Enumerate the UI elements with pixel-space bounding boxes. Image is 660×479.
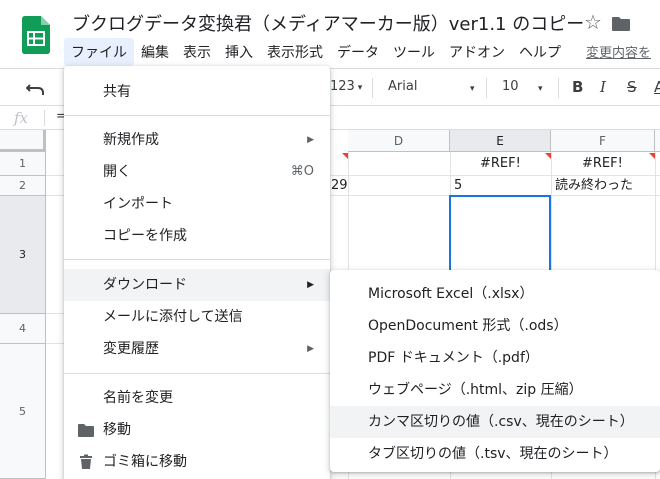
menu-divider [64, 259, 330, 260]
menu-item-label: 変更履歴 [103, 341, 159, 357]
column-header-e[interactable]: E [450, 130, 551, 152]
menu-item-email-attachment[interactable]: メールに添付して送信 [64, 301, 330, 333]
strikethrough-button[interactable]: S [627, 79, 637, 95]
download-html[interactable]: ウェブページ（.html、zip 圧縮） [330, 374, 660, 406]
column-header-f[interactable]: F [551, 130, 655, 152]
menu-data[interactable]: データ [330, 38, 386, 66]
formula-bar-divider [44, 110, 45, 126]
font-dropdown[interactable]: Arial [388, 79, 468, 95]
menu-item-version-history[interactable]: 変更履歴 ▶ [64, 333, 330, 365]
menu-item-label: 新規作成 [103, 132, 159, 148]
submenu-arrow-icon: ▶ [307, 135, 314, 145]
menu-item-move-to-trash[interactable]: ゴミ箱に移動 [64, 446, 330, 478]
download-submenu: Microsoft Excel（.xlsx） OpenDocument 形式（.… [330, 270, 660, 472]
menu-item-label: ゴミ箱に移動 [103, 454, 187, 470]
font-size-label: 10 [502, 79, 519, 94]
trash-icon [80, 454, 92, 469]
menu-item-open[interactable]: 開く ⌘O [64, 156, 330, 188]
chevron-down-icon: ▾ [538, 84, 543, 94]
folder-icon [78, 424, 94, 437]
select-all-corner[interactable] [0, 130, 46, 152]
download-ods[interactable]: OpenDocument 形式（.ods） [330, 310, 660, 342]
menu-bar: ファイル 編集 表示 挿入 表示形式 データ ツール アドオン ヘルプ [64, 38, 568, 66]
menu-item-label: タブ区切りの値（.tsv、現在のシート） [368, 446, 618, 462]
menu-item-label: 開く [103, 164, 131, 180]
text-color-button[interactable]: A [654, 79, 660, 95]
cell-e1[interactable]: #REF! [480, 154, 521, 174]
submenu-arrow-icon: ▶ [307, 344, 314, 354]
menu-item-label: ダウンロード [103, 277, 187, 293]
menu-item-label: OpenDocument 形式（.ods） [368, 318, 568, 334]
document-title[interactable]: ブクログデータ変換君（メディアマーカー版）ver1.1 のコピー [72, 10, 584, 36]
submenu-arrow-icon: ▶ [307, 280, 314, 290]
row-header-2[interactable]: 2 [0, 176, 46, 196]
menu-addons[interactable]: アドオン [442, 38, 512, 66]
column-header-g[interactable] [655, 130, 660, 152]
row-header-4[interactable]: 4 [0, 314, 46, 344]
menu-item-import[interactable]: インポート [64, 188, 330, 220]
row-header-5[interactable]: 5 [0, 344, 46, 479]
column-header-d[interactable]: D [348, 130, 450, 152]
shortcut-label: ⌘O [290, 164, 314, 179]
menu-divider [64, 373, 330, 374]
menu-divider [64, 115, 330, 116]
menu-tools[interactable]: ツール [386, 38, 442, 66]
menu-item-label: Microsoft Excel（.xlsx） [368, 286, 534, 302]
menu-item-make-copy[interactable]: コピーを作成 [64, 220, 330, 252]
cell-e2[interactable]: 5 [454, 176, 462, 196]
download-csv[interactable]: カンマ区切りの値（.csv、現在のシート） [330, 406, 660, 438]
menu-item-label: カンマ区切りの値（.csv、現在のシート） [368, 414, 634, 430]
error-indicator-icon [342, 153, 348, 159]
menu-item-label: メールに添付して送信 [103, 309, 243, 325]
menu-item-share[interactable]: 共有 [64, 76, 330, 108]
menu-item-rename[interactable]: 名前を変更 [64, 382, 330, 414]
toolbar-divider [486, 78, 487, 98]
last-edit-link[interactable]: 変更内容を [586, 42, 651, 61]
format-more-label: 123 [330, 79, 355, 94]
font-label: Arial [388, 79, 418, 94]
menu-help[interactable]: ヘルプ [512, 38, 568, 66]
chevron-down-icon: ▾ [470, 84, 475, 94]
menu-item-move[interactable]: 移動 [64, 414, 330, 446]
toolbar-divider [372, 78, 373, 98]
format-more-dropdown[interactable]: 123 ▾ [330, 79, 362, 96]
fx-icon: fx [14, 109, 29, 127]
chevron-down-icon: ▾ [354, 83, 363, 93]
download-xlsx[interactable]: Microsoft Excel（.xlsx） [330, 278, 660, 310]
menu-item-label: ウェブページ（.html、zip 圧縮） [368, 382, 583, 398]
sheets-logo-icon[interactable] [22, 16, 50, 54]
menu-view[interactable]: 表示 [176, 38, 218, 66]
menu-item-label: 移動 [103, 422, 131, 438]
menu-item-download[interactable]: ダウンロード ▶ [64, 269, 330, 301]
menu-item-label: PDF ドキュメント（.pdf） [368, 350, 539, 366]
menu-insert[interactable]: 挿入 [218, 38, 260, 66]
file-menu: 共有 新規作成 ▶ 開く ⌘O インポート コピーを作成 ダウンロード ▶ メールに添… [64, 66, 330, 479]
menu-format[interactable]: 表示形式 [260, 38, 330, 66]
menu-item-label: インポート [103, 196, 173, 212]
cell-f2[interactable]: 読み終わった [555, 176, 633, 196]
cell-c2[interactable]: 29 [331, 176, 348, 196]
row-header-1[interactable]: 1 [0, 152, 46, 176]
star-icon[interactable]: ☆ [584, 12, 602, 32]
error-indicator-icon [545, 153, 551, 159]
folder-icon[interactable] [612, 17, 630, 31]
undo-icon[interactable] [26, 80, 44, 96]
italic-button[interactable]: I [600, 79, 606, 95]
download-pdf[interactable]: PDF ドキュメント（.pdf） [330, 342, 660, 374]
cell-f1[interactable]: #REF! [582, 154, 623, 174]
font-size-dropdown[interactable]: 10 [502, 79, 519, 95]
menu-item-label: 共有 [103, 84, 131, 100]
menu-edit[interactable]: 編集 [134, 38, 176, 66]
row-header-3[interactable]: 3 [0, 196, 46, 314]
download-tsv[interactable]: タブ区切りの値（.tsv、現在のシート） [330, 438, 660, 470]
menu-item-label: コピーを作成 [103, 228, 187, 244]
bold-button[interactable]: B [572, 79, 583, 95]
toolbar-divider [558, 78, 559, 98]
menu-item-new[interactable]: 新規作成 ▶ [64, 124, 330, 156]
menu-file[interactable]: ファイル [64, 38, 134, 66]
error-indicator-icon [649, 153, 655, 159]
menu-item-label: 名前を変更 [103, 390, 173, 406]
